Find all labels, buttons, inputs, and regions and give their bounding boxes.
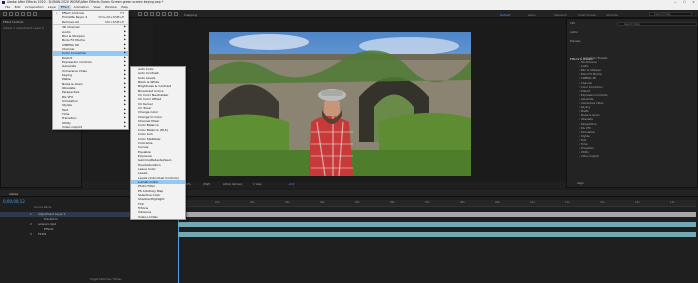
workspace-tab-default[interactable]: Default — [500, 13, 510, 17]
clone-tool-icon[interactable] — [156, 12, 160, 16]
rotate-tool-icon[interactable] — [27, 12, 31, 16]
effect-menu-item-label: Remove All — [62, 19, 79, 24]
zoom-tool-icon[interactable] — [21, 12, 25, 16]
toggle-switches-label[interactable]: Toggle Switches / Modes — [90, 278, 122, 281]
ruler-tick-label: 01s — [215, 201, 220, 204]
after-effects-icon — [1, 1, 5, 4]
roto-brush-icon[interactable] — [168, 12, 172, 16]
right-panel-tab-audio[interactable]: Audio — [567, 30, 697, 34]
snapping-label[interactable]: Snapping — [184, 13, 197, 17]
shortcut-label: Ctrl+Shift+E — [104, 19, 124, 24]
ruler-tick-label: 10s — [530, 201, 535, 204]
workspace-tab-learn[interactable]: Learn — [528, 13, 536, 17]
window-title: Adobe After Effects 2020 - D:\RAW-2020 W… — [7, 0, 164, 4]
table-row[interactable]: 3 FILM4 — [0, 232, 178, 237]
composition-image — [209, 32, 471, 176]
color-correction-item-video-limiter[interactable]: Video Limiter — [131, 215, 185, 219]
ruler-tick-label: 13s — [635, 201, 640, 204]
ruler-tick-label: 14s — [670, 201, 675, 204]
layer-duration-bar[interactable] — [178, 232, 696, 237]
layer-name[interactable]: FILM4 — [38, 232, 46, 237]
puppet-tool-icon[interactable] — [174, 12, 178, 16]
time-ruler[interactable]: 0s01s02s03s04s05s06s07s08s09s10s11s12s13… — [178, 200, 696, 207]
hand-tool-icon[interactable] — [15, 12, 19, 16]
selection-tool-icon[interactable] — [9, 12, 13, 16]
ruler-tick-label: 07s — [425, 201, 430, 204]
workspace-tab-libraries[interactable]: Libraries — [606, 13, 618, 17]
color-correction-submenu: Auto Color Auto Contrast Auto Levels Black … — [130, 66, 186, 221]
type-tool-icon[interactable] — [144, 12, 148, 16]
effects-search-field[interactable]: Search Help — [617, 22, 697, 26]
effect-menu-item-label: Video Copilot — [62, 125, 82, 130]
layer-number: 3 — [30, 232, 32, 236]
eraser-tool-icon[interactable] — [162, 12, 166, 16]
right-panel-tab-preview[interactable]: Preview — [567, 39, 697, 43]
layer-duration-bar[interactable] — [178, 222, 696, 227]
ruler-tick-label: 09s — [495, 201, 500, 204]
submenu-arrow-icon: ▶ — [124, 125, 126, 129]
effects-search-label: Search Help — [624, 23, 640, 26]
exposure-value[interactable]: +0.0 — [288, 183, 294, 186]
man-in-ruins-photo — [209, 32, 471, 176]
effect-menu-item-video-copilot[interactable]: Video Copilot ▶ — [53, 125, 128, 129]
camera-tool-icon[interactable] — [33, 12, 37, 16]
timecode[interactable]: 0;00;00;12 — [3, 199, 25, 204]
timeline-tab[interactable]: videos — [9, 192, 18, 196]
home-icon[interactable] — [3, 12, 7, 16]
workspace-tab-small-screen[interactable]: Small Screen — [578, 13, 596, 17]
source-name-header: Source Name — [34, 206, 52, 209]
layer-duration-bar[interactable] — [178, 212, 696, 217]
resolution-dropdown[interactable]: (Half) — [203, 183, 210, 186]
align-panel-label: Align — [577, 181, 584, 185]
effect-menu: Effect ControlsF3Primatte Keyer 4Ctrl+Al… — [52, 10, 129, 131]
search-help-placeholder: Search Help — [654, 12, 671, 16]
ruler-tick-label: 03s — [285, 201, 290, 204]
timeline-header: videos — [0, 190, 698, 197]
effects-tree-item-video-copilot[interactable]: › Video Copilot — [576, 154, 688, 158]
effect-menu-item-remove-all[interactable]: Remove All Ctrl+Shift+E — [53, 20, 128, 24]
ruler-tick-label: 05s — [355, 201, 360, 204]
ruler-tick-label: 02s — [250, 201, 255, 204]
views-dropdown[interactable]: 1 View — [253, 183, 262, 186]
ruler-tick-label: 11s — [565, 201, 570, 204]
camera-dropdown[interactable]: Active Camera — [223, 183, 242, 186]
ruler-tick-label: 04s — [320, 201, 325, 204]
search-help-field[interactable]: Search Help — [649, 12, 692, 16]
ruler-tick-label: 08s — [460, 201, 465, 204]
ruler-tick-label: 06s — [390, 201, 395, 204]
workspace-tab-standard[interactable]: Standard — [554, 13, 567, 17]
effects-presets-tree: › * Animation Presets › 3D Channel › Audio… — [576, 56, 688, 176]
pen-tool-icon[interactable] — [138, 12, 142, 16]
ruler-tick-label: 12s — [600, 201, 605, 204]
brush-tool-icon[interactable] — [150, 12, 154, 16]
